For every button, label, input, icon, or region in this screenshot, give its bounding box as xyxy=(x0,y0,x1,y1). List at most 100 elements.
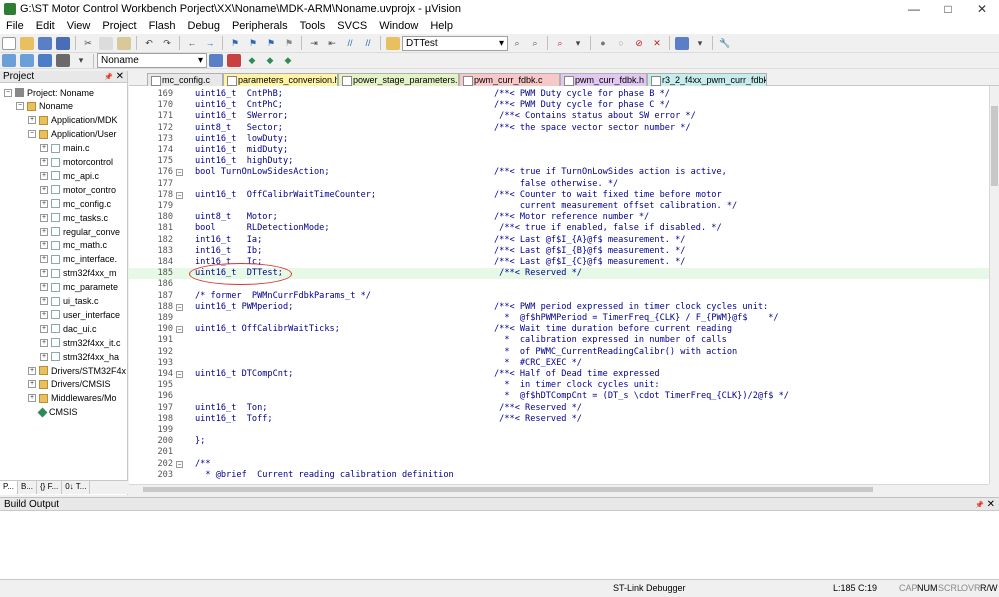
tree-item[interactable]: + regular_conve xyxy=(40,225,120,238)
tree-item[interactable]: + ui_task.c xyxy=(40,295,99,308)
editor-tab[interactable]: mc_config.c xyxy=(147,73,223,86)
kill-breakpoints-icon[interactable]: ✕ xyxy=(650,37,664,50)
disable-breakpoints-icon[interactable]: ⊘ xyxy=(632,37,646,50)
comment-icon[interactable]: // xyxy=(343,37,357,50)
menu-window[interactable]: Window xyxy=(373,20,424,32)
window-layout-dropdown-icon[interactable]: ▾ xyxy=(693,37,707,50)
menu-file[interactable]: File xyxy=(0,20,30,32)
cut-icon[interactable]: ✂ xyxy=(81,37,95,50)
nav-back-icon[interactable]: ← xyxy=(185,37,199,50)
close-icon[interactable]: ✕ xyxy=(116,71,124,82)
expand-icon[interactable]: + xyxy=(40,352,48,361)
expand-icon[interactable]: + xyxy=(40,269,48,278)
menu-peripherals[interactable]: Peripherals xyxy=(226,20,294,32)
rebuild-icon[interactable] xyxy=(38,54,52,67)
target-combo[interactable]: Noname ▾ xyxy=(97,53,207,68)
indent-icon[interactable]: ⇥ xyxy=(307,37,321,50)
tree-item[interactable]: − Project: Noname xyxy=(4,86,94,99)
configure-icon[interactable]: 🔧 xyxy=(718,37,732,50)
fold-toggle-icon[interactable]: − xyxy=(176,169,183,177)
maximize-button[interactable]: □ xyxy=(931,0,965,18)
tree-item[interactable]: + Middlewares/Mo xyxy=(28,392,117,405)
tree-item[interactable]: + mc_math.c xyxy=(40,239,107,252)
close-icon[interactable]: ✕ xyxy=(987,499,995,510)
manage-environment-icon[interactable]: ◆ xyxy=(245,54,259,67)
tree-item[interactable]: CMSIS xyxy=(28,406,78,419)
expand-icon[interactable]: + xyxy=(40,255,48,264)
fold-toggle-icon[interactable]: − xyxy=(176,326,183,334)
translate-icon[interactable] xyxy=(2,54,16,67)
menu-flash[interactable]: Flash xyxy=(143,20,182,32)
tree-item[interactable]: + Application/MDK xyxy=(28,114,118,127)
save-all-icon[interactable] xyxy=(56,36,70,50)
expand-icon[interactable]: + xyxy=(40,144,48,153)
expand-icon[interactable]: + xyxy=(40,213,48,222)
expand-icon[interactable]: + xyxy=(28,394,36,403)
close-button[interactable]: ✕ xyxy=(965,0,999,18)
menu-tools[interactable]: Tools xyxy=(294,20,332,32)
tab-books[interactable]: B... xyxy=(18,481,37,494)
expand-icon[interactable]: + xyxy=(28,366,36,375)
tree-item[interactable]: + mc_paramete xyxy=(40,281,118,294)
horizontal-scrollbar[interactable] xyxy=(129,484,989,494)
tab-functions[interactable]: {} F... xyxy=(37,481,63,494)
find-icon[interactable]: ⌕ xyxy=(528,37,542,50)
scrollbar-thumb[interactable] xyxy=(991,106,998,186)
expand-icon[interactable]: + xyxy=(28,380,36,389)
build-icon[interactable] xyxy=(20,54,34,67)
expand-icon[interactable]: + xyxy=(40,241,48,250)
menu-help[interactable]: Help xyxy=(424,20,459,32)
tree-item[interactable]: + mc_tasks.c xyxy=(40,211,108,224)
insert-breakpoint-icon[interactable]: ● xyxy=(596,37,610,50)
expand-icon[interactable]: + xyxy=(28,116,36,125)
menu-view[interactable]: View xyxy=(61,20,97,32)
collapse-icon[interactable]: − xyxy=(4,88,12,97)
tree-item[interactable]: + mc_interface. xyxy=(40,253,117,266)
menu-debug[interactable]: Debug xyxy=(182,20,226,32)
tree-item[interactable]: − Application/User xyxy=(28,128,117,141)
save-icon[interactable] xyxy=(38,36,52,50)
tree-item[interactable]: + main.c xyxy=(40,142,90,155)
window-layout-icon[interactable] xyxy=(675,36,689,50)
clear-bookmarks-icon[interactable]: ⚑ xyxy=(282,37,296,50)
download-dropdown-icon[interactable]: ▾ xyxy=(74,54,88,67)
expand-icon[interactable]: + xyxy=(40,283,48,292)
expand-icon[interactable]: + xyxy=(40,199,48,208)
expand-icon[interactable]: + xyxy=(40,185,48,194)
tree-item[interactable]: + motor_contro xyxy=(40,183,116,196)
redo-icon[interactable]: ↷ xyxy=(160,37,174,50)
scrollbar-thumb[interactable] xyxy=(143,487,873,492)
debug-dropdown-icon[interactable]: ▾ xyxy=(571,37,585,50)
tree-item[interactable]: + Drivers/CMSIS xyxy=(28,378,111,391)
tree-item[interactable]: − Noname xyxy=(16,100,73,113)
tree-item[interactable]: + stm32f4xx_ha xyxy=(40,350,119,363)
expand-icon[interactable]: + xyxy=(40,158,48,166)
next-bookmark-icon[interactable]: ⚑ xyxy=(264,37,278,50)
menu-project[interactable]: Project xyxy=(96,20,142,32)
debug-session-icon[interactable]: ⌕ xyxy=(553,37,567,50)
fold-toggle-icon[interactable]: − xyxy=(176,303,183,311)
vertical-scrollbar[interactable] xyxy=(989,86,999,484)
pin-icon[interactable]: 📌 xyxy=(975,502,984,509)
editor-tab[interactable]: r3_2_f4xx_pwm_curr_fdbk.c xyxy=(647,73,767,86)
undo-icon[interactable]: ↶ xyxy=(142,37,156,50)
open-file-icon[interactable] xyxy=(20,36,34,50)
expand-icon[interactable]: + xyxy=(40,171,48,180)
tab-templates[interactable]: 0↓ T... xyxy=(62,481,91,494)
expand-icon[interactable]: + xyxy=(40,310,48,319)
find-combo[interactable]: DTTest ▾ xyxy=(402,35,508,51)
tree-item[interactable]: + mc_api.c xyxy=(40,169,99,182)
file-extensions-icon[interactable] xyxy=(227,54,241,67)
batch-build-icon[interactable] xyxy=(56,54,70,67)
expand-icon[interactable]: + xyxy=(40,297,48,305)
nav-forward-icon[interactable]: → xyxy=(203,37,217,50)
target-options-icon[interactable] xyxy=(209,54,223,67)
tree-item[interactable]: + mc_config.c xyxy=(40,197,111,210)
uncomment-icon[interactable]: // xyxy=(361,37,375,50)
minimize-button[interactable]: — xyxy=(897,0,931,18)
tree-item[interactable]: + user_interface xyxy=(40,308,120,321)
fold-toggle-icon[interactable]: − xyxy=(176,191,183,199)
editor-tab[interactable]: pwm_curr_fdbk.c xyxy=(459,73,560,86)
tree-item[interactable]: + dac_ui.c xyxy=(40,322,97,335)
new-file-icon[interactable] xyxy=(2,36,16,50)
